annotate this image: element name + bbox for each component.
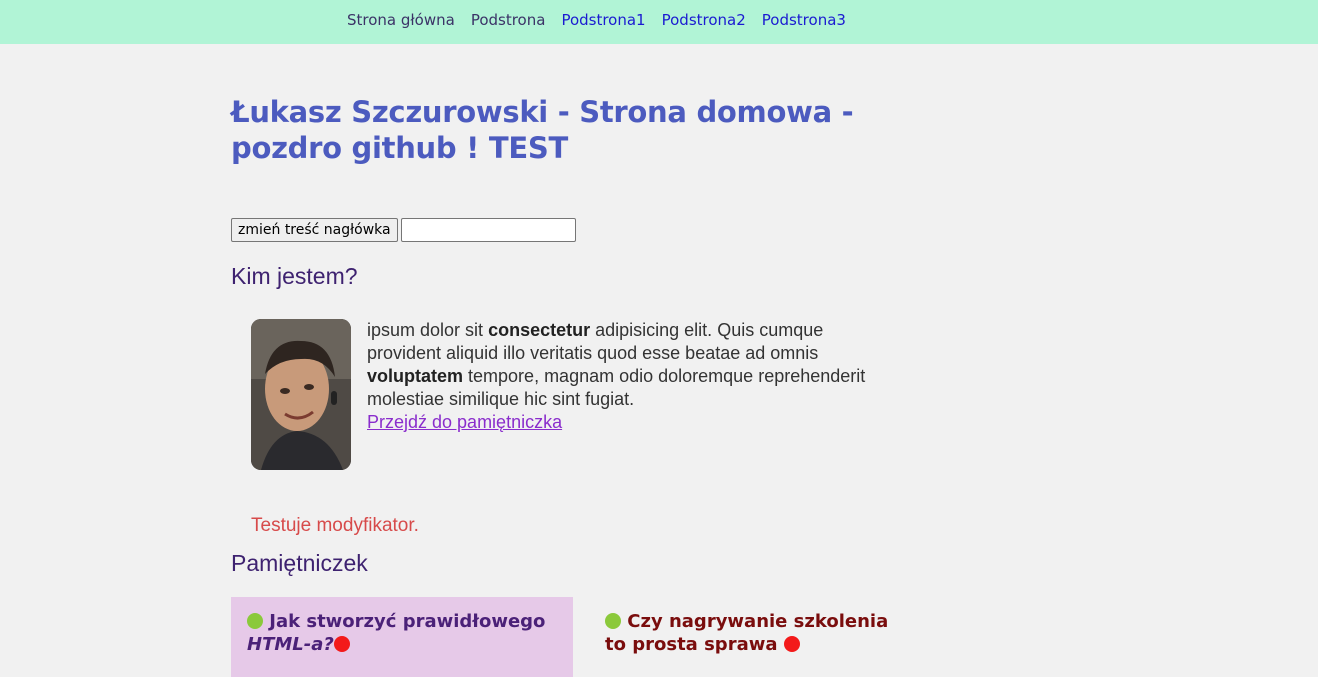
diary-card[interactable]: Jak stworzyć prawidłowego HTML-a? [231,597,573,677]
nav-item-subpage1[interactable]: Podstrona1 [553,0,653,40]
diary-card-title[interactable]: Czy nagrywanie szkolenia to prosta spraw… [605,610,913,656]
about-text: ipsum dolor sit consectetur adipisicing … [367,319,887,434]
portrait-image [251,319,351,470]
page-title: Łukasz Szczurowski - Strona domowa - poz… [231,95,854,165]
red-dot-icon [333,636,350,652]
red-dot-icon [783,636,800,652]
diary-card[interactable]: Czy nagrywanie szkolenia to prosta spraw… [589,597,929,677]
diary-heading: Pamiętniczek [231,550,368,576]
nav-item-subpage3[interactable]: Podstrona3 [754,0,854,40]
green-dot-icon [605,613,621,629]
nav-link-subpage3[interactable]: Podstrona3 [762,11,846,29]
nav-link-subpage1[interactable]: Podstrona1 [561,11,645,29]
diary-card-title-text: Czy nagrywanie szkolenia to prosta spraw… [605,611,889,655]
header-text-input[interactable] [400,218,576,242]
diary-card-title[interactable]: Jak stworzyć prawidłowego HTML-a? [247,610,557,656]
nav-item-subpage2[interactable]: Podstrona2 [654,0,754,40]
nav-link-home[interactable]: Strona główna [347,11,455,29]
header-controls: zmień treść nagłówka [231,218,576,242]
nav-list: Strona główna Podstrona Podstrona1 Podst… [339,0,854,40]
avatar [251,319,351,470]
modifier-text: Testuje modyfikator. [251,515,419,536]
diary-card-title-text: Jak stworzyć prawidłowego [269,611,546,632]
top-navigation: Strona główna Podstrona Podstrona1 Podst… [0,0,1318,44]
nav-item-subpage[interactable]: Podstrona [463,0,554,40]
about-heading: Kim jestem? [231,263,358,289]
diary-card-title-emphasis: HTML-a? [247,634,334,655]
change-header-button[interactable]: zmień treść nagłówka [231,218,398,242]
nav-link-subpage2[interactable]: Podstrona2 [662,11,746,29]
about-bold-2: voluptatem [367,366,464,386]
diary-cards: Jak stworzyć prawidłowego HTML-a? Czy na… [231,597,931,677]
diary-link[interactable]: Przejdź do pamiętniczka [367,411,887,434]
nav-item-home[interactable]: Strona główna [339,0,463,40]
about-bold-1: consectetur [488,320,591,340]
green-dot-icon [247,613,263,629]
about-text-part1: ipsum dolor sit [367,320,484,340]
nav-link-subpage[interactable]: Podstrona [471,11,546,29]
